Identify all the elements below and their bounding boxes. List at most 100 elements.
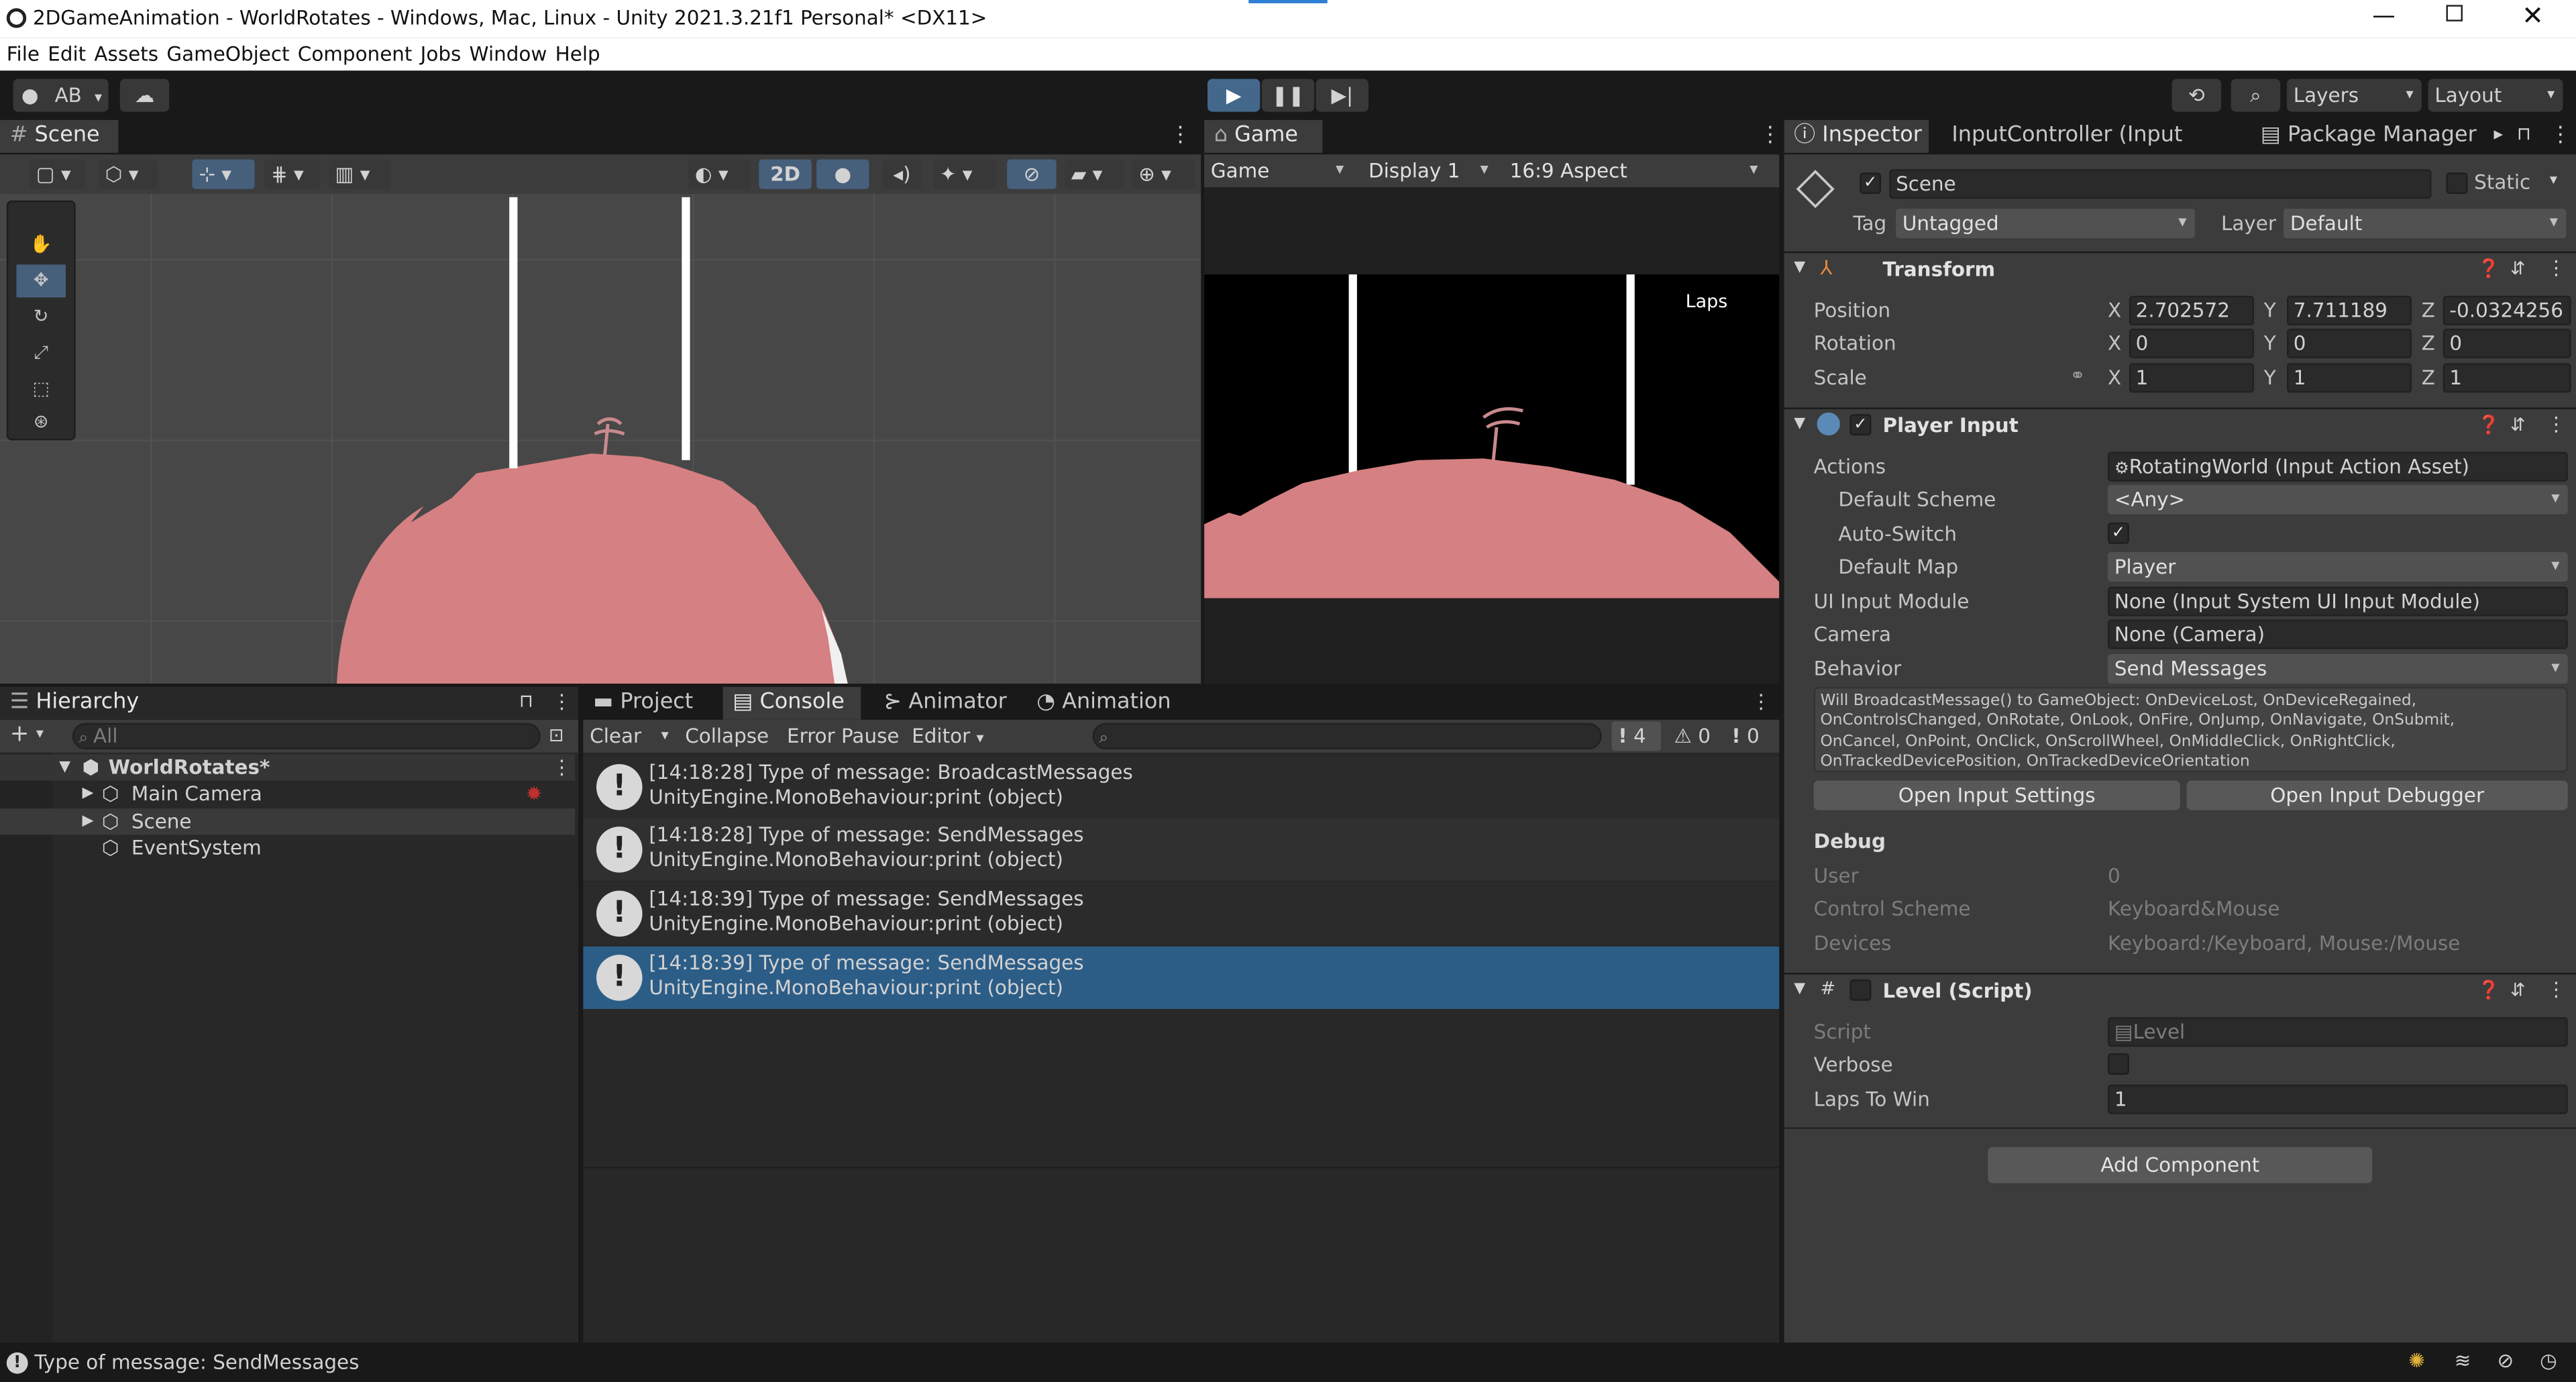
toggle-2d-button[interactable]: 2D (759, 159, 812, 189)
layers-dropdown[interactable]: Layers ▾ (2286, 78, 2422, 112)
actions-field[interactable]: ⚙RotatingWorld (Input Action Asset) (2108, 451, 2568, 482)
chevron-down-icon[interactable]: ▾ (36, 727, 44, 743)
editor-dropdown[interactable]: Editor ▾ (905, 721, 991, 751)
error-pause-toggle[interactable]: Error Pause (780, 721, 902, 751)
tab-overflow-icon[interactable]: ▸ (2494, 123, 2504, 145)
default-map-dropdown[interactable]: Player (2108, 552, 2568, 582)
scale-x-field[interactable]: 1 (2129, 363, 2254, 393)
hierarchy-item-main-camera[interactable]: ▶ ⬡ Main Camera ✹ (0, 780, 575, 806)
console-entry[interactable]: ! [14:18:39] Type of message: SendMessag… (583, 882, 1780, 945)
tab-inspector[interactable]: ⓘ Inspector (1784, 119, 1929, 153)
cloud-button[interactable]: ☁ (119, 78, 170, 112)
level-script-header[interactable]: ▼ # Level (Script) ❓ ⇵ ⋮ (1784, 973, 2576, 1009)
rotation-y-field[interactable]: 0 (2286, 328, 2412, 358)
laps-to-win-field[interactable]: 1 (2108, 1084, 2568, 1114)
hierarchy-item-scene[interactable]: ▶ ⬡ Scene (0, 808, 576, 835)
close-icon[interactable]: ✕ (2522, 0, 2544, 32)
hidden-objects-button[interactable]: ⊘ (1007, 159, 1057, 189)
console-entry[interactable]: ! [14:18:28] Type of message: BroadcastM… (583, 755, 1780, 818)
scene-viewport[interactable]: ✋ ✥ ↻ ⤢ ⬚ ⊛ (0, 194, 1201, 684)
render-dropdown[interactable]: ◐ ▾ (688, 159, 751, 189)
cache-server-icon[interactable]: ≋ (2455, 1349, 2471, 1372)
menu-help[interactable]: Help (555, 38, 600, 70)
grid-snap-dropdown[interactable]: ▥ ▾ (328, 159, 391, 189)
more-options-icon[interactable]: ⋮ (2546, 256, 2566, 279)
game-view-dropdown[interactable]: Game (1204, 156, 1352, 186)
tab-package-manager[interactable]: ▤ Package Manager (2251, 120, 2481, 153)
add-icon[interactable]: + (10, 721, 30, 747)
ui-module-field[interactable]: None (Input System UI Input Module) (2108, 586, 2568, 617)
object-name-field[interactable]: Scene (1889, 169, 2432, 199)
more-options-icon[interactable]: ⋮ (552, 754, 572, 780)
tab-input-controller[interactable]: InputController (Input Acti... (1942, 120, 2238, 181)
draw-mode-dropdown[interactable]: ▢ ▾ (30, 159, 86, 189)
account-button[interactable]: ● AB ▾ (13, 78, 109, 112)
debug-mode-icon[interactable]: ⊘ (2497, 1349, 2514, 1372)
menu-component[interactable]: Component (298, 38, 413, 70)
position-y-field[interactable]: 7.711189 (2286, 295, 2412, 325)
rect-tool-icon[interactable]: ⬚ (16, 373, 65, 406)
transform-tool-icon[interactable]: ⊛ (16, 406, 65, 439)
camera-field[interactable]: None (Camera) (2108, 619, 2568, 649)
preset-icon[interactable]: ⇵ (2510, 258, 2526, 280)
tab-game[interactable]: ⌂ Game (1204, 119, 1323, 153)
tab-animator[interactable]: ⊱ Animator (874, 687, 1022, 720)
audio-button[interactable]: ◂) (882, 159, 922, 189)
scale-tool-icon[interactable]: ⤢ (16, 337, 65, 370)
player-input-header[interactable]: ▼ ✓ Player Input ❓ ⇵ ⋮ (1784, 407, 2576, 444)
scale-y-field[interactable]: 1 (2286, 363, 2412, 393)
position-x-field[interactable]: 2.702572 (2129, 295, 2254, 325)
camera-dropdown[interactable]: ▰ ▾ (1064, 159, 1124, 189)
menu-jobs[interactable]: Jobs (421, 38, 462, 70)
scale-z-field[interactable]: 1 (2443, 363, 2571, 393)
verbose-checkbox[interactable] (2108, 1053, 2129, 1075)
active-checkbox[interactable]: ✓ (1860, 172, 1882, 195)
more-options-icon[interactable]: ⋮ (1752, 690, 1771, 713)
aspect-dropdown[interactable]: 16:9 Aspect (1503, 156, 1766, 186)
menu-window[interactable]: Window (470, 38, 547, 70)
gizmos-dropdown[interactable]: ⊕ ▾ (1132, 159, 1195, 189)
collapse-toggle[interactable]: Collapse (678, 721, 777, 751)
add-component-button[interactable]: Add Component (1988, 1147, 2373, 1183)
behavior-dropdown[interactable]: Send Messages (2108, 653, 2568, 684)
console-entry-selected[interactable]: ! [14:18:39] Type of message: SendMessag… (583, 946, 1780, 1009)
preset-icon[interactable]: ⇵ (2510, 414, 2526, 435)
hierarchy-search-input[interactable]: ⌕ All (72, 723, 541, 749)
tab-project[interactable]: ▬ Project (583, 687, 718, 720)
player-input-enabled-checkbox[interactable]: ✓ (1849, 414, 1872, 436)
lock-icon[interactable]: ⊓ (519, 690, 533, 712)
layout-dropdown[interactable]: Layout ▾ (2428, 78, 2563, 112)
tag-dropdown[interactable]: Untagged (1896, 209, 2195, 239)
clear-button[interactable]: Clear ▾ (583, 721, 676, 751)
minimize-icon[interactable]: — (2372, 3, 2395, 30)
step-button[interactable]: ▶| (1316, 78, 1368, 112)
more-options-icon[interactable]: ⋮ (2546, 977, 2566, 1000)
pivot-dropdown[interactable]: ⊹ ▾ (192, 159, 255, 189)
open-input-debugger-button[interactable]: Open Input Debugger (2186, 780, 2568, 810)
display-dropdown[interactable]: Display 1 (1362, 156, 1497, 186)
error-filter-toggle[interactable]: ! 0 (1725, 721, 1778, 751)
rotate-tool-icon[interactable]: ↻ (16, 301, 65, 333)
menu-file[interactable]: File (7, 38, 40, 70)
more-options-icon[interactable]: ⋮ (2550, 123, 2571, 148)
help-icon[interactable]: ❓ (2477, 258, 2500, 280)
menu-edit[interactable]: Edit (48, 38, 86, 70)
lighting-bake-icon[interactable]: ✺ (2408, 1349, 2425, 1372)
layer-dropdown[interactable]: Default (2284, 209, 2567, 239)
default-scheme-dropdown[interactable]: <Any> (2108, 484, 2568, 515)
help-icon[interactable]: ❓ (2477, 979, 2500, 1001)
hand-tool-icon[interactable]: ✋ (16, 228, 65, 261)
rotation-z-field[interactable]: 0 (2443, 328, 2571, 358)
snap-dropdown[interactable]: ⋕ ▾ (264, 159, 321, 189)
auto-switch-checkbox[interactable]: ✓ (2108, 522, 2129, 544)
tab-console[interactable]: ▤ Console (722, 686, 861, 720)
tab-hierarchy[interactable]: ☰ Hierarchy (0, 686, 579, 720)
preset-icon[interactable]: ⇵ (2510, 979, 2526, 1001)
game-viewport[interactable]: Laps (1204, 187, 1780, 684)
play-button[interactable]: ▶ (1208, 78, 1260, 112)
rotation-x-field[interactable]: 0 (2129, 328, 2254, 358)
maximize-icon[interactable] (2446, 5, 2463, 21)
undo-history-button[interactable]: ⟲ (2171, 78, 2222, 112)
shading-dropdown[interactable]: ⬡ ▾ (98, 159, 158, 189)
lock-icon[interactable]: ⊓ (2517, 123, 2531, 145)
